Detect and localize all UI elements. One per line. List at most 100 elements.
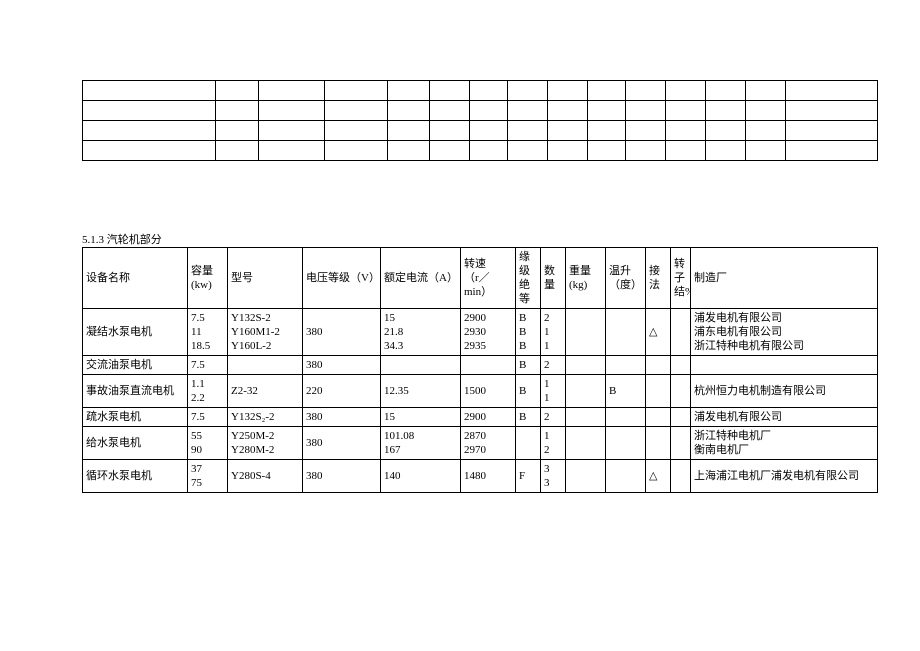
table-row: 循环水泵电机3775Y280S-43801401480F33△上海浦江电机厂浦发… bbox=[83, 460, 878, 493]
col-model: 型号 bbox=[228, 248, 303, 309]
col-mfr: 制造厂 bbox=[691, 248, 878, 309]
cell-line: 7.5 bbox=[191, 358, 224, 372]
cell-current bbox=[381, 356, 461, 375]
cell-mfr: 浙江特种电机厂衡南电机厂 bbox=[691, 427, 878, 460]
cell-rotor bbox=[671, 309, 691, 356]
cell-line: 2900 bbox=[464, 410, 512, 424]
table-row: 事故油泵直流电机1.12.2Z2-3222012.351500B11B杭州恒力电… bbox=[83, 375, 878, 408]
cell-line: 浦发电机有限公司 bbox=[694, 410, 874, 424]
cell-name: 疏水泵电机 bbox=[83, 408, 188, 427]
col-rotor: 转子结% bbox=[671, 248, 691, 309]
cell-capacity: 1.12.2 bbox=[188, 375, 228, 408]
cell-temp bbox=[606, 460, 646, 493]
cell-line: B bbox=[519, 384, 537, 398]
col-current: 额定电流（A） bbox=[381, 248, 461, 309]
cell-line: B bbox=[519, 358, 537, 372]
cell-temp bbox=[606, 309, 646, 356]
cell-qty: 2 bbox=[541, 356, 566, 375]
cell-line: 1500 bbox=[464, 384, 512, 398]
cell-line: 11 bbox=[191, 325, 224, 339]
cell-line: 1 bbox=[544, 429, 562, 443]
cell-mfr bbox=[691, 356, 878, 375]
cell-line: Y160L-2 bbox=[231, 339, 299, 353]
cell-insulation: B bbox=[516, 408, 541, 427]
cell-temp bbox=[606, 356, 646, 375]
cell-line: 2935 bbox=[464, 339, 512, 353]
table-row: 给水泵电机5590Y250M-2Y280M-2380101.0816728702… bbox=[83, 427, 878, 460]
cell-conn bbox=[646, 356, 671, 375]
col-name: 设备名称 bbox=[83, 248, 188, 309]
cell-mfr: 上海浦江电机厂浦发电机有限公司 bbox=[691, 460, 878, 493]
cell-mfr: 浦发电机有限公司浦东电机有限公司浙江特种电机有限公司 bbox=[691, 309, 878, 356]
cell-line: 1 bbox=[544, 339, 562, 353]
cell-voltage: 380 bbox=[303, 408, 381, 427]
cell-line: 2.2 bbox=[191, 391, 224, 405]
cell-line: Y132S₂-2 bbox=[231, 410, 299, 424]
cell-line: 75 bbox=[191, 476, 224, 490]
cell-voltage: 380 bbox=[303, 460, 381, 493]
cell-weight bbox=[566, 309, 606, 356]
cell-line: 18.5 bbox=[191, 339, 224, 353]
cell-current: 101.08167 bbox=[381, 427, 461, 460]
col-temp: 温升 （度） bbox=[606, 248, 646, 309]
cell-insulation bbox=[516, 427, 541, 460]
cell-line: 2 bbox=[544, 311, 562, 325]
table-row: 凝结水泵电机7.51118.5Y132S-2Y160M1-2Y160L-2380… bbox=[83, 309, 878, 356]
col-qty: 数量 bbox=[541, 248, 566, 309]
cell-line: 34.3 bbox=[384, 339, 457, 353]
cell-line: 杭州恒力电机制造有限公司 bbox=[694, 384, 874, 398]
col-voltage: 电压等级（V） bbox=[303, 248, 381, 309]
cell-line: 7.5 bbox=[191, 410, 224, 424]
cell-qty: 211 bbox=[541, 309, 566, 356]
cell-voltage: 380 bbox=[303, 356, 381, 375]
cell-line: 浙江特种电机厂 bbox=[694, 429, 874, 443]
cell-qty: 33 bbox=[541, 460, 566, 493]
cell-line: 15 bbox=[384, 410, 457, 424]
cell-speed bbox=[461, 356, 516, 375]
cell-line: 7.5 bbox=[191, 311, 224, 325]
cell-line: 55 bbox=[191, 429, 224, 443]
turbine-motor-table: 设备名称 容量 (kw) 型号 电压等级（V） 额定电流（A） 转速 （r／mi… bbox=[82, 247, 878, 493]
col-weight: 重量 (kg) bbox=[566, 248, 606, 309]
cell-line: 衡南电机厂 bbox=[694, 443, 874, 457]
cell-line: 1 bbox=[544, 325, 562, 339]
cell-line: Y132S-2 bbox=[231, 311, 299, 325]
cell-capacity: 3775 bbox=[188, 460, 228, 493]
cell-qty: 2 bbox=[541, 408, 566, 427]
cell-line: F bbox=[519, 469, 537, 483]
cell-line: 2930 bbox=[464, 325, 512, 339]
cell-current: 12.35 bbox=[381, 375, 461, 408]
table-header-row: 设备名称 容量 (kw) 型号 电压等级（V） 额定电流（A） 转速 （r／mi… bbox=[83, 248, 878, 309]
cell-speed: 1500 bbox=[461, 375, 516, 408]
cell-line: 1.1 bbox=[191, 377, 224, 391]
cell-qty: 12 bbox=[541, 427, 566, 460]
cell-name: 给水泵电机 bbox=[83, 427, 188, 460]
cell-voltage: 380 bbox=[303, 309, 381, 356]
table-row bbox=[83, 141, 878, 161]
cell-weight bbox=[566, 460, 606, 493]
cell-line: 2 bbox=[544, 358, 562, 372]
cell-line: 1480 bbox=[464, 469, 512, 483]
cell-line: 3 bbox=[544, 476, 562, 490]
cell-speed: 290029302935 bbox=[461, 309, 516, 356]
cell-line: Y280S-4 bbox=[231, 469, 299, 483]
cell-line: 140 bbox=[384, 469, 457, 483]
cell-current: 1521.834.3 bbox=[381, 309, 461, 356]
cell-mfr: 浦发电机有限公司 bbox=[691, 408, 878, 427]
cell-current: 140 bbox=[381, 460, 461, 493]
cell-line: Y160M1-2 bbox=[231, 325, 299, 339]
cell-line: B bbox=[519, 311, 537, 325]
cell-line: Z2-32 bbox=[231, 384, 299, 398]
cell-current: 15 bbox=[381, 408, 461, 427]
cell-line: 2900 bbox=[464, 311, 512, 325]
cell-line: B bbox=[519, 410, 537, 424]
cell-capacity: 7.5 bbox=[188, 356, 228, 375]
cell-line: 12.35 bbox=[384, 384, 457, 398]
cell-rotor bbox=[671, 375, 691, 408]
cell-line: 浦发电机有限公司 bbox=[694, 311, 874, 325]
cell-name: 交流油泵电机 bbox=[83, 356, 188, 375]
cell-line: 3 bbox=[544, 462, 562, 476]
cell-line: 2 bbox=[544, 410, 562, 424]
cell-rotor bbox=[671, 356, 691, 375]
cell-line: 1 bbox=[544, 391, 562, 405]
